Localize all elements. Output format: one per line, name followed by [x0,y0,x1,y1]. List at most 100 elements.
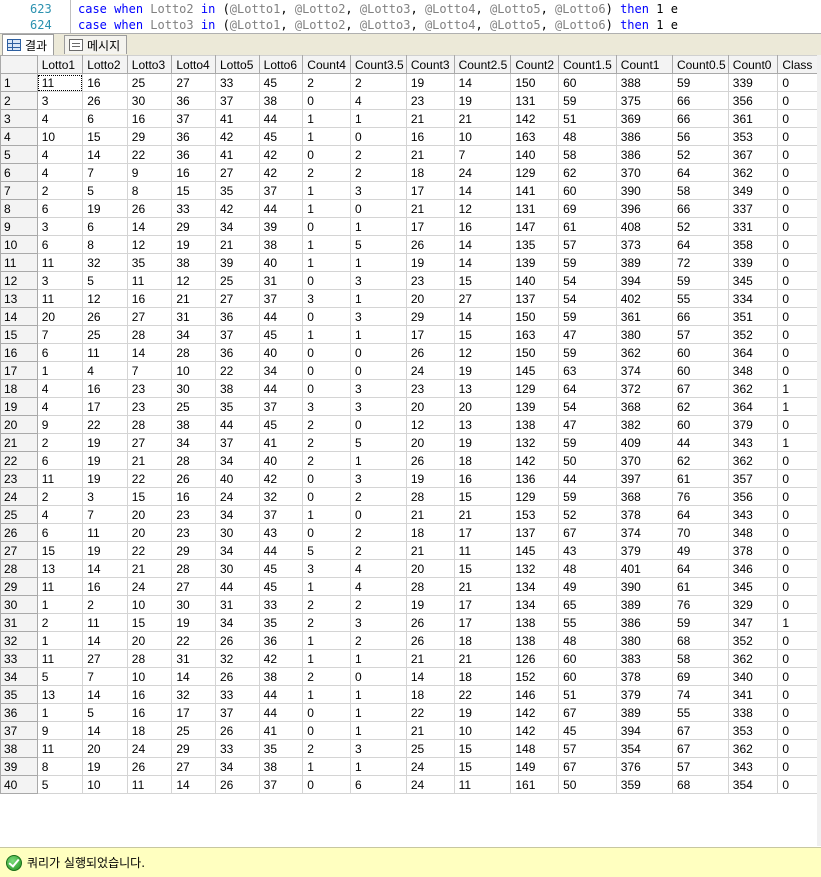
table-cell[interactable]: 14 [126,217,173,236]
table-cell[interactable]: 26 [82,91,128,110]
table-cell[interactable]: 0 [777,127,821,146]
table-cell[interactable]: 50 [558,775,617,794]
table-cell[interactable]: 59 [558,433,617,452]
table-row[interactable]: 22 6 19 21 28 34 40 2 1 26 18 142 50 370 62 362 0 [0,451,821,470]
table-cell[interactable]: 16 [171,163,216,182]
table-cell[interactable]: 19 [82,469,128,488]
table-cell[interactable]: 0 [777,505,821,524]
table-cell[interactable]: 18 [405,523,455,542]
table-cell[interactable]: 18 [126,721,173,740]
table-cell[interactable]: 27 [215,163,260,182]
column-header[interactable]: Count3 [405,55,455,74]
table-cell[interactable]: 63 [558,361,617,380]
table-cell[interactable]: 27 [171,73,216,92]
table-cell[interactable]: 35 [215,397,260,416]
table-cell[interactable]: 55 [671,289,729,308]
table-row[interactable]: 5 4 14 22 36 41 42 0 2 21 7 140 58 386 52 367 0 [0,145,821,164]
table-cell[interactable]: 74 [671,685,729,704]
table-cell[interactable]: 22 [126,469,173,488]
table-cell[interactable]: 4 [350,577,407,596]
table-cell[interactable]: 48 [558,559,617,578]
table-cell[interactable]: 18 [405,163,455,182]
table-cell[interactable]: 362 [727,163,779,182]
table-cell[interactable]: 0 [350,199,407,218]
table-cell[interactable]: 30 [215,523,260,542]
table-cell[interactable]: 27 [126,433,173,452]
table-cell[interactable]: 132 [510,433,560,452]
table-cell[interactable]: 26 [171,469,216,488]
table-cell[interactable]: 76 [671,595,729,614]
row-number[interactable]: 19 [0,397,38,416]
table-cell[interactable]: 11 [82,343,128,362]
table-row[interactable]: 30 1 2 10 30 31 33 2 2 19 17 134 65 389 76 329 0 [0,595,821,614]
table-row[interactable]: 3 4 6 16 37 41 44 1 1 21 21 142 51 369 66 361 0 [0,109,821,128]
table-cell[interactable]: 61 [558,217,617,236]
table-cell[interactable]: 45 [258,577,304,596]
table-cell[interactable]: 0 [302,91,351,110]
table-cell[interactable]: 4 [36,163,84,182]
table-cell[interactable]: 36 [171,127,216,146]
table-cell[interactable]: 10 [453,127,512,146]
table-cell[interactable]: 44 [258,379,304,398]
table-cell[interactable]: 3 [302,559,351,578]
table-cell[interactable]: 41 [258,433,304,452]
table-cell[interactable]: 11 [82,523,128,542]
table-cell[interactable]: 1 [777,397,821,416]
table-cell[interactable]: 45 [258,559,304,578]
table-cell[interactable]: 16 [82,73,128,92]
table-cell[interactable]: 44 [258,199,304,218]
table-cell[interactable]: 59 [558,307,617,326]
table-cell[interactable]: 346 [727,559,779,578]
table-cell[interactable]: 26 [126,757,173,776]
table-cell[interactable]: 37 [171,109,216,128]
table-cell[interactable]: 134 [510,577,560,596]
table-cell[interactable]: 0 [777,181,821,200]
table-cell[interactable]: 131 [510,199,560,218]
table-cell[interactable]: 35 [126,253,173,272]
table-cell[interactable]: 359 [615,775,673,794]
table-cell[interactable]: 67 [671,379,729,398]
table-cell[interactable]: 378 [615,667,673,686]
table-cell[interactable]: 23 [405,91,455,110]
table-cell[interactable]: 27 [82,649,128,668]
table-cell[interactable]: 37 [258,775,304,794]
table-cell[interactable]: 19 [405,253,455,272]
table-row[interactable]: 23 11 19 22 26 40 42 0 3 19 16 136 44 397 61 357 0 [0,469,821,488]
table-cell[interactable]: 11 [36,73,84,92]
table-cell[interactable]: 142 [510,703,560,722]
table-cell[interactable]: 14 [82,631,128,650]
table-cell[interactable]: 51 [558,685,617,704]
table-cell[interactable]: 20 [126,523,173,542]
table-cell[interactable]: 41 [258,721,304,740]
table-cell[interactable]: 2 [36,487,84,506]
column-header[interactable]: Lotto4 [171,55,216,74]
table-cell[interactable]: 338 [727,703,779,722]
table-cell[interactable]: 137 [510,289,560,308]
table-cell[interactable]: 0 [302,775,351,794]
table-cell[interactable]: 140 [510,145,560,164]
table-cell[interactable]: 0 [350,361,407,380]
table-cell[interactable]: 59 [558,91,617,110]
table-cell[interactable]: 2 [302,73,351,92]
table-cell[interactable]: 39 [258,217,304,236]
table-cell[interactable]: 28 [171,559,216,578]
table-cell[interactable]: 57 [558,235,617,254]
table-cell[interactable]: 29 [171,739,216,758]
table-cell[interactable]: 354 [727,775,779,794]
table-cell[interactable]: 373 [615,235,673,254]
tab-messages[interactable]: 메시지 [64,35,128,54]
table-cell[interactable]: 11 [36,577,84,596]
table-cell[interactable]: 0 [350,505,407,524]
table-cell[interactable]: 14 [453,307,512,326]
table-cell[interactable]: 353 [727,127,779,146]
table-cell[interactable]: 3 [36,271,84,290]
table-cell[interactable]: 40 [215,469,260,488]
table-cell[interactable]: 21 [405,721,455,740]
table-cell[interactable]: 11 [36,649,84,668]
table-cell[interactable]: 1 [36,595,84,614]
column-header[interactable]: Count2 [510,55,560,74]
table-cell[interactable]: 145 [510,541,560,560]
table-row[interactable]: 13 11 12 16 21 27 37 3 1 20 27 137 54 402 55 334 0 [0,289,821,308]
table-cell[interactable]: 14 [82,145,128,164]
row-number[interactable]: 8 [0,199,38,218]
